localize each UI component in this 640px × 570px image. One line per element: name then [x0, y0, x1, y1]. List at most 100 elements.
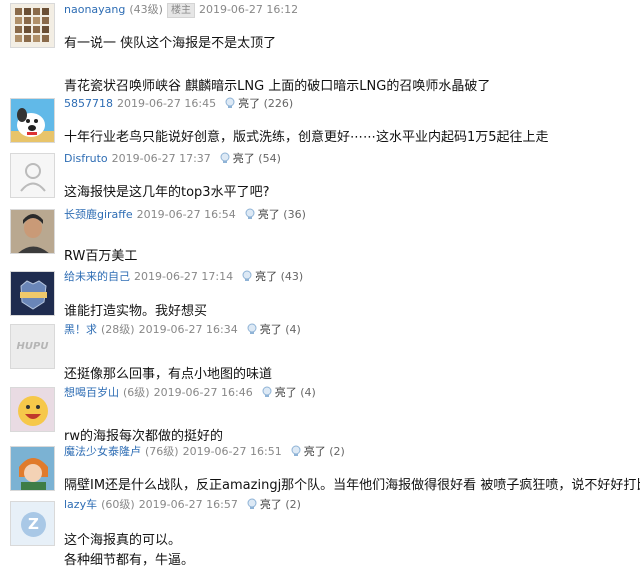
light-button[interactable]: 亮了 [290, 445, 326, 458]
user-level: (76级) [145, 445, 179, 458]
username-link[interactable]: 黑！求 [64, 323, 97, 336]
lightbulb-icon [220, 152, 230, 163]
light-button[interactable]: 亮了 [261, 386, 297, 399]
light-label: 亮了 [303, 445, 326, 458]
post-time: 2019-06-27 17:14 [134, 270, 234, 283]
reply-content: 青花瓷状召唤师峡谷 麒麟暗示LNG 上面的破口暗示LNG的召唤师水晶破了 [64, 79, 490, 95]
reply-meta: 5857718 2019-06-27 16:45 亮了 (226) [64, 96, 293, 112]
post-time: 2019-06-27 16:57 [138, 498, 238, 511]
reply-content: 隔壁IM还是什么战队，反正amazingj那个队。当年他们海报做得很好看 被喷子… [64, 478, 640, 494]
user-avatar[interactable]: Z [10, 501, 55, 546]
reply-meta: 黑！求 (28级) 2019-06-27 16:34 亮了 (4) [64, 322, 301, 338]
post-time: 2019-06-27 16:51 [182, 445, 282, 458]
user-avatar[interactable] [10, 153, 55, 198]
reply-meta: lazy车 (60级) 2019-06-27 16:57 亮了 (2) [64, 497, 301, 513]
reply-line: 还挺像那么回事，有点小地图的味道 [64, 367, 273, 382]
light-count: (226) [263, 97, 294, 110]
light-count: (36) [283, 208, 306, 221]
mosaic-avatar-icon [11, 4, 54, 47]
light-label: 亮了 [259, 498, 282, 511]
post-time: 2019-06-27 16:34 [138, 323, 238, 336]
smiley-face-avatar-icon [18, 396, 48, 426]
post-time: 2019-06-27 16:54 [136, 208, 236, 221]
reply-meta: 魔法少女泰隆卢 (76级) 2019-06-27 16:51 亮了 (2) [64, 444, 345, 460]
post-time: 2019-06-27 16:12 [198, 3, 299, 16]
light-button[interactable]: 亮了 [241, 270, 277, 283]
light-label: 亮了 [274, 386, 297, 399]
post-time: 2019-06-27 16:46 [153, 386, 253, 399]
user-avatar[interactable] [10, 98, 55, 143]
username-link[interactable]: 长颈鹿giraffe [64, 208, 133, 221]
post-time: 2019-06-27 17:37 [111, 152, 211, 165]
z-logo-avatar-icon: Z [21, 512, 46, 537]
light-button[interactable]: 亮了 [219, 152, 255, 165]
light-button[interactable]: 亮了 [224, 97, 260, 110]
username-link[interactable]: 给未来的自己 [64, 270, 130, 283]
username-link[interactable]: naonayang [64, 3, 125, 16]
light-button[interactable]: 亮了 [244, 208, 280, 221]
reply-line: 有一说一 侠队这个海报是不是太顶了 [64, 36, 277, 51]
reply-line: 青花瓷状召唤师峡谷 麒麟暗示LNG 上面的破口暗示LNG的召唤师水晶破了 [64, 79, 491, 94]
reply-content: 十年行业老鸟只能说好创意，版式洗练，创意更好⋯⋯这水平业内起码1万5起往上走 [64, 130, 549, 146]
reply-line: 这个海报真的可以。 [64, 533, 182, 548]
user-avatar[interactable] [10, 446, 55, 491]
reply-meta: naonayang (43级) 楼主 2019-06-27 16:12 [64, 2, 298, 18]
reply-meta: Disfruto 2019-06-27 17:37 亮了 (54) [64, 151, 281, 167]
z-logo-text: Z [28, 515, 39, 533]
user-avatar[interactable] [10, 387, 55, 432]
hupu-logo-avatar-icon: HUPU [11, 325, 54, 368]
user-avatar[interactable]: HUPU [10, 324, 55, 369]
lightbulb-icon [291, 445, 301, 456]
user-avatar[interactable] [10, 271, 55, 316]
reply-content: 还挺像那么回事，有点小地图的味道 [64, 367, 272, 383]
reply-line: 这海报快是这几年的top3水平了吧? [64, 185, 270, 200]
thread-owner-badge: 楼主 [166, 3, 195, 18]
reply-meta: 给未来的自己 2019-06-27 17:14 亮了 (43) [64, 269, 303, 285]
reply-meta: 想喝百岁山 (6级) 2019-06-27 16:46 亮了 (4) [64, 385, 316, 401]
lightbulb-icon [225, 97, 235, 108]
reply-line: 谁能打造实物。我好想买 [64, 304, 208, 319]
lightbulb-icon [247, 498, 257, 509]
username-link[interactable]: lazy车 [64, 498, 97, 511]
username-link[interactable]: Disfruto [64, 152, 108, 165]
light-label: 亮了 [232, 152, 255, 165]
anime-character-avatar-icon [11, 447, 54, 490]
reply-line: 隔壁IM还是什么战队，反正amazingj那个队。当年他们海报做得很好看 被喷子… [64, 478, 640, 493]
light-label: 亮了 [255, 270, 278, 283]
cartoon-dog-avatar-icon [11, 108, 54, 142]
light-label: 亮了 [259, 323, 282, 336]
username-link[interactable]: 5857718 [64, 97, 113, 110]
user-level: (28级) [101, 323, 135, 336]
username-link[interactable]: 魔法少女泰隆卢 [64, 445, 141, 458]
reply-content: 这海报快是这几年的top3水平了吧? [64, 185, 269, 201]
reply-line: 各种细节都有，牛逼。 [64, 553, 195, 568]
reply-line: 十年行业老鸟只能说好创意，版式洗练，创意更好⋯⋯这水平业内起码1万5起往上走 [64, 130, 549, 145]
user-level: (43级) [129, 3, 163, 16]
user-avatar[interactable] [10, 3, 55, 48]
light-label: 亮了 [238, 97, 261, 110]
lightbulb-icon [245, 208, 255, 219]
light-label: 亮了 [257, 208, 280, 221]
user-avatar[interactable] [10, 209, 55, 254]
person-photo-avatar-icon [11, 210, 54, 253]
reply-line: RW百万美工 [64, 249, 138, 264]
light-count: (2) [285, 498, 301, 511]
light-button[interactable]: 亮了 [246, 498, 282, 511]
lightbulb-icon [262, 386, 272, 397]
username-link[interactable]: 想喝百岁山 [64, 386, 119, 399]
light-count: (4) [300, 386, 316, 399]
reply-meta: 长颈鹿giraffe 2019-06-27 16:54 亮了 (36) [64, 207, 306, 223]
user-level: (60级) [101, 498, 135, 511]
light-button[interactable]: 亮了 [246, 323, 282, 336]
hupu-logo-text: HUPU [16, 341, 49, 352]
reply-content: RW百万美工 [64, 249, 137, 265]
reply-line: rw的海报每次都做的挺好的 [64, 429, 223, 444]
light-count: (43) [280, 270, 304, 283]
lightbulb-icon [242, 270, 252, 281]
light-count: (2) [329, 445, 345, 458]
light-count: (4) [285, 323, 301, 336]
reply-content: rw的海报每次都做的挺好的 [64, 429, 223, 445]
lightbulb-icon [247, 323, 257, 334]
user-level: (6级) [123, 386, 150, 399]
post-time: 2019-06-27 16:45 [117, 97, 217, 110]
